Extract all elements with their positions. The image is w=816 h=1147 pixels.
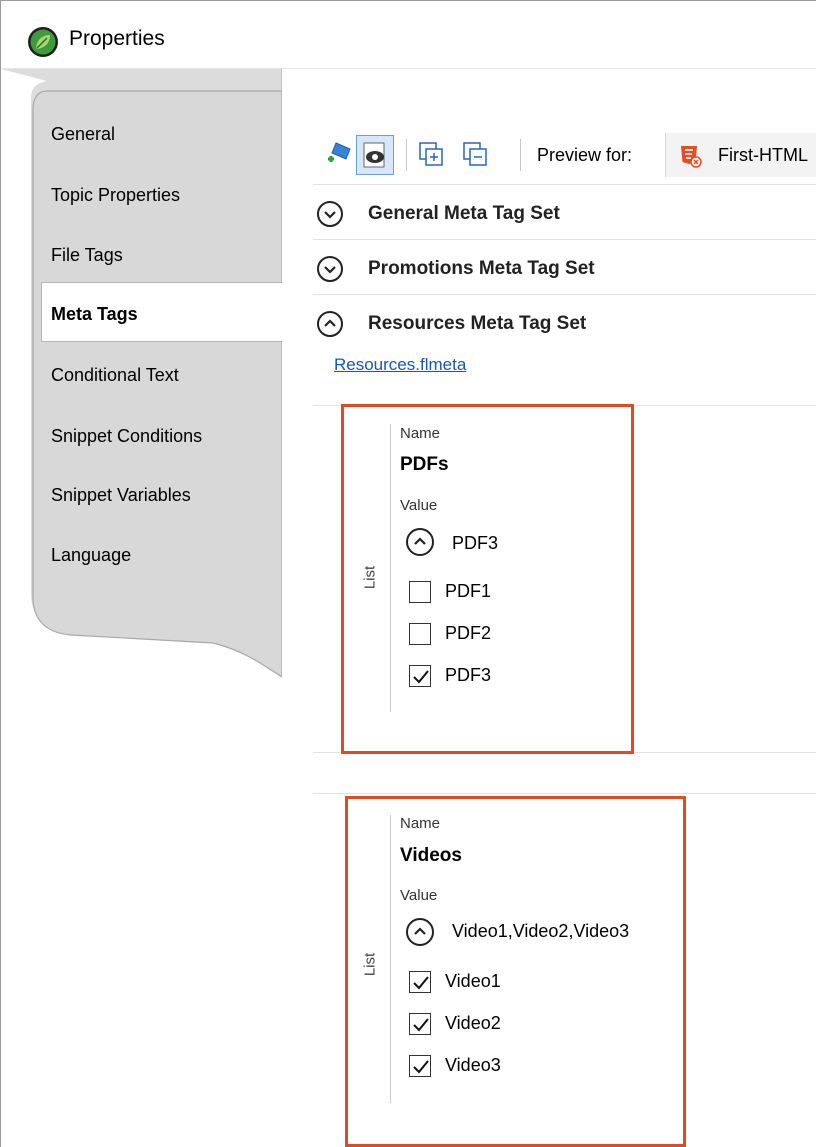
html5-target-icon (681, 146, 702, 168)
preview-target-select[interactable]: First-HTML (665, 133, 816, 177)
toolbar-separator (520, 139, 521, 171)
section-promotions-meta-tag-set[interactable]: Promotions Meta Tag Set (313, 243, 816, 295)
checkmark-icon (413, 976, 429, 990)
list-type-label: List (361, 952, 379, 977)
sidebar-item-language[interactable]: Language (51, 545, 131, 566)
list-divider (390, 815, 391, 1103)
option-label: Video1 (445, 971, 501, 991)
sidebar-item-meta-tags[interactable]: Meta Tags (51, 304, 138, 325)
option-label: PDF2 (445, 623, 492, 643)
option-label: PDF3 (445, 665, 492, 685)
main-content: Preview for: First-HTML General Meta Tag… (282, 69, 816, 1147)
name-label: Name (400, 425, 441, 442)
expand-all-icon[interactable] (416, 139, 446, 169)
sidebar-item-file-tags[interactable]: File Tags (51, 245, 123, 266)
preview-toggle-button[interactable] (356, 135, 394, 175)
sidebar-item-conditional-text[interactable]: Conditional Text (51, 365, 179, 386)
apply-meta-tag-icon[interactable] (324, 139, 354, 169)
chevron-down-icon[interactable] (316, 200, 344, 228)
chevron-down-icon[interactable] (316, 255, 344, 283)
resources-flmeta-link[interactable]: Resources.flmeta (334, 355, 466, 375)
list-type-label: List (361, 565, 379, 590)
tag-name-value: Videos (400, 845, 462, 866)
properties-window: Properties General Topic Properties File… (0, 0, 816, 1147)
chevron-up-icon[interactable] (316, 310, 344, 338)
checkbox[interactable] (409, 1055, 431, 1077)
sidebar: General Topic Properties File Tags Meta … (1, 69, 283, 1147)
toolbar-separator (406, 139, 407, 171)
value-label: Value (400, 497, 438, 514)
checkmark-icon (413, 1018, 429, 1032)
checkbox[interactable] (409, 971, 431, 993)
option-label: Video3 (445, 1055, 501, 1075)
tag-name-value: PDFs (400, 454, 449, 475)
title-bar: Properties (1, 1, 816, 69)
current-value: Video1,Video2,Video3 (452, 921, 630, 941)
checkmark-icon (413, 1060, 429, 1074)
sidebar-item-topic-properties[interactable]: Topic Properties (51, 185, 180, 206)
window-title: Properties (69, 27, 165, 50)
checkbox[interactable] (409, 623, 431, 645)
sidebar-item-snippet-variables[interactable]: Snippet Variables (51, 485, 191, 506)
name-label: Name (400, 815, 441, 832)
option-label: Video2 (445, 1013, 501, 1033)
sidebar-tab-shape (1, 69, 282, 1147)
collapse-all-icon[interactable] (460, 139, 490, 169)
highlight-box (345, 796, 686, 1147)
checkmark-icon (413, 670, 429, 684)
section-label: Promotions Meta Tag Set (368, 258, 595, 279)
section-label: General Meta Tag Set (368, 203, 560, 224)
preview-eye-icon (363, 142, 385, 168)
section-resources-meta-tag-set[interactable]: Resources Meta Tag Set (313, 298, 816, 350)
list-divider (390, 424, 391, 712)
value-label: Value (400, 887, 438, 904)
checkbox[interactable] (409, 665, 431, 687)
sidebar-item-snippet-conditions[interactable]: Snippet Conditions (51, 426, 202, 447)
highlight-box (341, 404, 634, 754)
divider (313, 184, 816, 185)
checkbox[interactable] (409, 581, 431, 603)
flare-app-icon (28, 27, 58, 57)
section-general-meta-tag-set[interactable]: General Meta Tag Set (313, 188, 816, 240)
sidebar-item-general[interactable]: General (51, 124, 115, 145)
preview-target-value: First-HTML (718, 145, 808, 165)
option-label: PDF1 (445, 581, 492, 601)
chevron-up-icon[interactable] (405, 917, 435, 947)
checkbox[interactable] (409, 1013, 431, 1035)
chevron-up-icon[interactable] (405, 527, 435, 557)
meta-tag-toolbar: Preview for: First-HTML (318, 131, 816, 181)
section-label: Resources Meta Tag Set (368, 313, 587, 334)
preview-for-label: Preview for: (537, 145, 633, 165)
current-value: PDF3 (452, 533, 499, 553)
